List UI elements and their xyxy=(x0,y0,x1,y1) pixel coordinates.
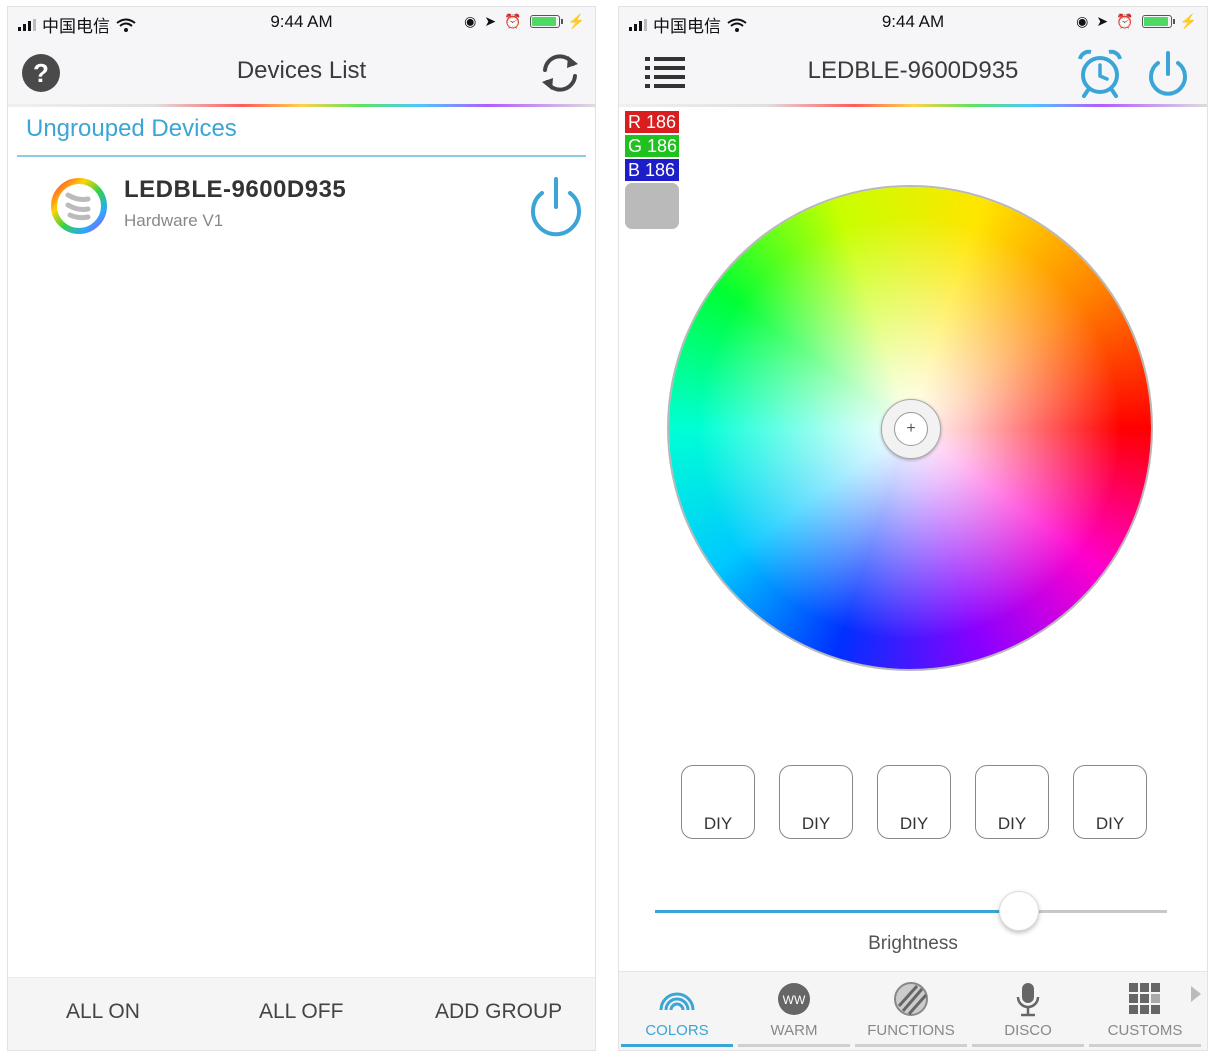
device-subtitle: Hardware V1 xyxy=(124,211,224,230)
blue-label: B xyxy=(628,160,641,180)
tab-disco[interactable]: DISCO xyxy=(970,972,1086,1050)
diy-button-4[interactable]: DIY xyxy=(975,765,1049,839)
tab-functions[interactable]: FUNCTIONS xyxy=(853,972,969,1050)
all-on-button[interactable]: ALL ON xyxy=(66,1000,140,1024)
tab-label: WARM xyxy=(770,1022,818,1039)
diy-button-2[interactable]: DIY xyxy=(779,765,853,839)
green-readout: G 186 xyxy=(625,135,679,157)
green-value: 186 xyxy=(647,136,678,156)
blue-value: 186 xyxy=(645,160,676,180)
diy-button-5[interactable]: DIY xyxy=(1073,765,1147,839)
nav-divider xyxy=(619,104,1207,107)
page-title: Devices List xyxy=(236,57,367,84)
device-name: LEDBLE-9600D935 xyxy=(124,176,347,203)
section-divider xyxy=(17,155,586,157)
alarm-status-icon: ⏰ xyxy=(1116,13,1134,29)
nav-bar: LEDBLE-9600D935 xyxy=(619,37,1207,105)
led-strip-rainbow-icon xyxy=(51,178,107,234)
tab-warm[interactable]: WW WARM xyxy=(736,972,852,1050)
refresh-icon[interactable] xyxy=(537,50,583,96)
all-off-button[interactable]: ALL OFF xyxy=(259,1000,343,1024)
location-icon: ➤ xyxy=(484,13,497,29)
power-icon[interactable] xyxy=(525,173,587,239)
charging-icon: ⚡ xyxy=(1179,13,1197,29)
power-icon[interactable] xyxy=(1145,49,1191,99)
rotation-lock-icon: ◉ xyxy=(464,13,477,29)
tab-customs[interactable]: CUSTOMS xyxy=(1087,972,1203,1050)
charging-icon: ⚡ xyxy=(567,13,585,29)
tab-underline xyxy=(1089,1044,1201,1047)
color-picker-handle[interactable]: + xyxy=(881,399,941,459)
devices-list-screen: 中国电信 9:44 AM ◉ ➤ ⏰ ⚡ ? Devices List Ungr… xyxy=(7,6,596,1051)
crosshair-icon: + xyxy=(894,412,928,446)
striped-circle-icon xyxy=(894,982,928,1016)
add-group-button[interactable]: ADD GROUP xyxy=(435,1000,562,1024)
brightness-slider[interactable] xyxy=(655,891,1167,931)
tab-label: DISCO xyxy=(1004,1022,1052,1039)
grid-icon xyxy=(1129,983,1160,1014)
rotation-lock-icon: ◉ xyxy=(1076,13,1089,29)
diy-button-1[interactable]: DIY xyxy=(681,765,755,839)
blue-readout: B 186 xyxy=(625,159,679,181)
location-icon: ➤ xyxy=(1096,13,1109,29)
red-value: 186 xyxy=(646,112,677,132)
brightness-label: Brightness xyxy=(868,933,958,954)
device-list-item[interactable]: LEDBLE-9600D935 Hardware V1 xyxy=(8,167,595,257)
rainbow-icon xyxy=(659,992,695,1011)
device-control-screen: 中国电信 9:44 AM ◉ ➤ ⏰ ⚡ LEDBLE-9600D935 R 1… xyxy=(618,6,1208,1051)
color-swatch xyxy=(625,183,679,229)
microphone-icon xyxy=(1016,983,1040,1017)
battery-icon xyxy=(1141,15,1175,28)
nav-divider xyxy=(8,104,595,107)
ww-circle-icon: WW xyxy=(778,983,810,1015)
tab-colors[interactable]: COLORS xyxy=(619,972,735,1050)
tab-underline xyxy=(738,1044,850,1047)
tab-bar: COLORS WW WARM FUNCTIONS DISCO CUSTOMS xyxy=(619,971,1207,1050)
section-header: Ungrouped Devices xyxy=(26,115,237,142)
red-label: R xyxy=(628,112,641,132)
alarm-status-icon: ⏰ xyxy=(504,13,522,29)
svg-text:WW: WW xyxy=(783,993,806,1007)
status-indicators: ◉ ➤ ⏰ ⚡ xyxy=(1076,13,1197,30)
status-indicators: ◉ ➤ ⏰ ⚡ xyxy=(464,13,585,30)
brightness-slider-fill xyxy=(655,910,1019,913)
red-readout: R 186 xyxy=(625,111,679,133)
tab-underline xyxy=(972,1044,1084,1047)
tab-underline xyxy=(621,1044,733,1047)
tab-underline xyxy=(855,1044,967,1047)
nav-bar: ? Devices List xyxy=(8,37,595,105)
brightness-slider-thumb[interactable] xyxy=(998,891,1039,931)
bottom-action-bar: ALL ON ALL OFF ADD GROUP xyxy=(8,977,595,1050)
tab-label: CUSTOMS xyxy=(1107,1022,1183,1039)
status-bar: 中国电信 9:44 AM ◉ ➤ ⏰ ⚡ xyxy=(8,7,595,37)
diy-button-3[interactable]: DIY xyxy=(877,765,951,839)
green-label: G xyxy=(628,136,643,156)
tab-label: FUNCTIONS xyxy=(867,1022,955,1039)
battery-icon xyxy=(529,15,563,28)
status-bar: 中国电信 9:44 AM ◉ ➤ ⏰ ⚡ xyxy=(619,7,1207,37)
rgb-readout: R 186 G 186 B 186 xyxy=(625,111,679,229)
tab-label: COLORS xyxy=(645,1022,709,1039)
alarm-clock-icon[interactable] xyxy=(1075,47,1125,99)
